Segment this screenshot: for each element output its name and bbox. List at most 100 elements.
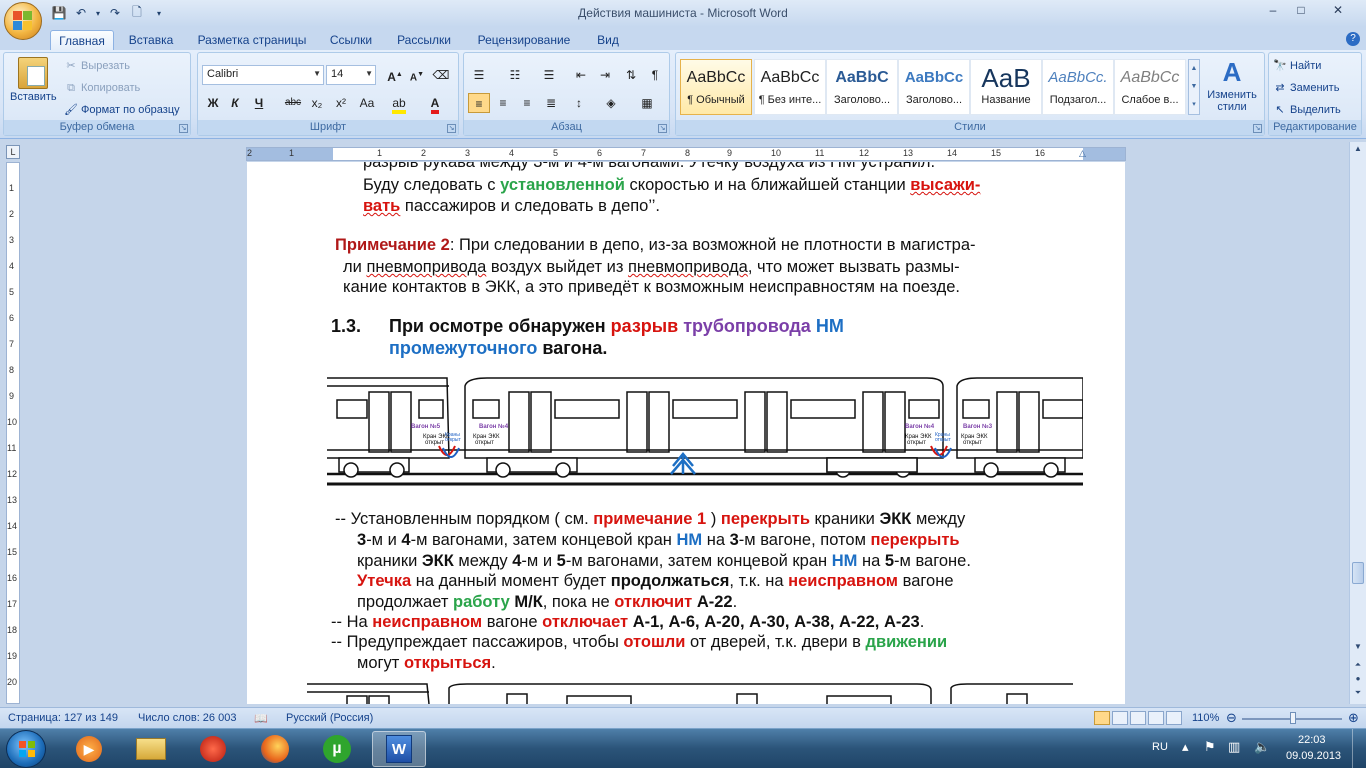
font-color-icon[interactable]: A [424,93,446,114]
web-layout-view-icon[interactable] [1130,711,1146,725]
start-button[interactable] [6,730,46,768]
justify-icon[interactable]: ≣ [540,93,562,113]
page-indicator[interactable]: Страница: 127 из 149 [8,712,118,724]
superscript-button[interactable]: x² [330,93,352,113]
show-marks-icon[interactable]: ¶ [644,65,666,85]
sort-icon[interactable]: ⇅ [620,65,642,85]
find-button[interactable]: 🔭 Найти [1273,59,1321,73]
print-layout-view-icon[interactable] [1094,711,1110,725]
clipboard-launcher-icon[interactable]: ↘ [179,124,188,133]
network-icon[interactable]: ▥ [1228,739,1240,755]
cut-button[interactable]: ✂ Вырезать [64,59,130,73]
clear-format-icon[interactable]: ⌫ [430,65,452,85]
vertical-scrollbar[interactable]: ▲ ▼ ⏶ ● ⏷ [1349,142,1366,704]
format-painter-button[interactable]: 🖌 Формат по образцу [64,103,180,117]
styles-launcher-icon[interactable]: ↘ [1253,124,1262,133]
shading-icon[interactable]: ◈ [600,93,622,113]
paste-button[interactable]: Вставить [10,57,57,103]
show-hidden-icons-icon[interactable]: ▴ [1182,739,1189,755]
explorer-taskbar-icon[interactable] [124,731,178,767]
bold-button[interactable]: Ж [202,93,224,113]
language-indicator[interactable]: Русский (Россия) [286,712,373,724]
change-styles-button[interactable]: A Изменить стили [1202,57,1262,113]
draft-view-icon[interactable] [1166,711,1182,725]
styles-scroll[interactable]: ▲ ▼ ▾ [1188,59,1200,115]
tab-insert[interactable]: Вставка [120,30,182,50]
outline-view-icon[interactable] [1148,711,1164,725]
borders-icon[interactable]: ▦ [636,93,658,113]
style-normal[interactable]: AaBbCc ¶ Обычный [680,59,752,115]
document-page[interactable]: разрыв рукава между 3-м и 4-м вагонами. … [247,162,1125,704]
shrink-font-button[interactable]: A▼ [406,65,428,85]
tab-references[interactable]: Ссылки [322,30,380,50]
style-heading-1[interactable]: AaBbC Заголово... [826,59,898,115]
font-name-combo[interactable]: Calibri ▼ [202,65,324,85]
style-title[interactable]: AaB Название [970,59,1042,115]
copy-button[interactable]: ⧉ Копировать [64,81,140,95]
italic-button[interactable]: К [224,93,246,113]
firefox-taskbar-icon[interactable] [248,731,302,767]
tab-view[interactable]: Вид [588,30,628,50]
previous-page-icon[interactable]: ⏶ [1352,660,1364,674]
zoom-slider-handle[interactable] [1290,712,1296,724]
spelling-check-icon[interactable]: 📖 [254,712,268,725]
paragraph-launcher-icon[interactable]: ↘ [658,124,667,133]
tab-home[interactable]: Главная [50,30,114,50]
bullets-icon[interactable]: ☰ [468,65,490,85]
strikethrough-button[interactable]: abc [282,93,304,113]
zoom-out-icon[interactable]: ⊖ [1226,710,1237,726]
scroll-down-icon[interactable]: ▼ [1352,642,1364,656]
tab-page-layout[interactable]: Разметка страницы [190,30,314,50]
full-screen-view-icon[interactable] [1112,711,1128,725]
align-left-icon[interactable]: ≡ [468,93,490,113]
increase-indent-icon[interactable]: ⇥ [594,65,616,85]
tab-mailings[interactable]: Рассылки [390,30,458,50]
minimize-button[interactable]: – [1260,1,1286,19]
numbering-icon[interactable]: ☷ [504,65,526,85]
media-player-taskbar-icon[interactable]: ▶ [62,731,116,767]
clock-date[interactable]: 09.09.2013 [1286,750,1341,762]
language-tray[interactable]: RU [1152,741,1168,753]
show-desktop-button[interactable] [1352,729,1366,768]
next-page-icon[interactable]: ⏷ [1352,688,1364,702]
style-subtle-emphasis[interactable]: AaBbCc Слабое в... [1114,59,1186,115]
right-indent-marker-icon[interactable]: △ [1079,148,1086,159]
utorrent-taskbar-icon[interactable]: µ [310,731,364,767]
style-heading-2[interactable]: AaBbCc Заголово... [898,59,970,115]
close-button[interactable]: ✕ [1316,1,1360,19]
decrease-indent-icon[interactable]: ⇤ [570,65,592,85]
grow-font-button[interactable]: A▲ [384,65,406,85]
scroll-thumb[interactable] [1352,562,1364,584]
help-icon[interactable]: ? [1346,32,1360,46]
flag-icon[interactable]: ⚑ [1204,739,1216,755]
underline-button[interactable]: Ч [248,93,270,113]
tab-review[interactable]: Рецензирование [468,30,580,50]
office-button[interactable] [4,2,42,40]
align-center-icon[interactable]: ≡ [492,93,514,113]
style-no-spacing[interactable]: AaBbCc ¶ Без инте... [754,59,826,115]
clock-time[interactable]: 22:03 [1298,734,1326,746]
change-case-button[interactable]: Aa [356,93,378,113]
style-subtitle[interactable]: AaBbCc. Подзагол... [1042,59,1114,115]
browse-object-icon[interactable]: ● [1352,674,1364,688]
horizontal-ruler[interactable]: 2 1 1 2 3 4 5 6 7 8 9 10 11 12 13 14 15 … [246,147,1126,161]
tab-selector-icon[interactable]: L [6,145,20,159]
font-launcher-icon[interactable]: ↘ [447,124,456,133]
select-button[interactable]: ↖ Выделить [1273,103,1340,117]
word-taskbar-icon[interactable]: W [372,731,426,767]
zoom-level[interactable]: 110% [1192,712,1219,724]
vertical-ruler[interactable]: 1 2 3 4 5 6 7 8 9 10 11 12 13 14 15 16 1… [6,162,20,704]
subscript-button[interactable]: x₂ [306,93,328,113]
volume-icon[interactable]: 🔈 [1254,739,1270,755]
scroll-up-icon[interactable]: ▲ [1352,144,1364,158]
replace-button[interactable]: ⇄ Заменить [1273,81,1339,95]
maximize-button[interactable]: □ [1288,1,1314,19]
zoom-in-icon[interactable]: ⊕ [1348,710,1359,726]
ccleaner-taskbar-icon[interactable] [186,731,240,767]
highlight-icon[interactable]: ab [388,93,410,114]
align-right-icon[interactable]: ≡ [516,93,538,113]
line-spacing-icon[interactable]: ↕ [568,93,590,113]
multilevel-list-icon[interactable]: ☰ [538,65,560,85]
word-count[interactable]: Число слов: 26 003 [138,712,236,724]
font-size-combo[interactable]: 14 ▼ [326,65,376,85]
